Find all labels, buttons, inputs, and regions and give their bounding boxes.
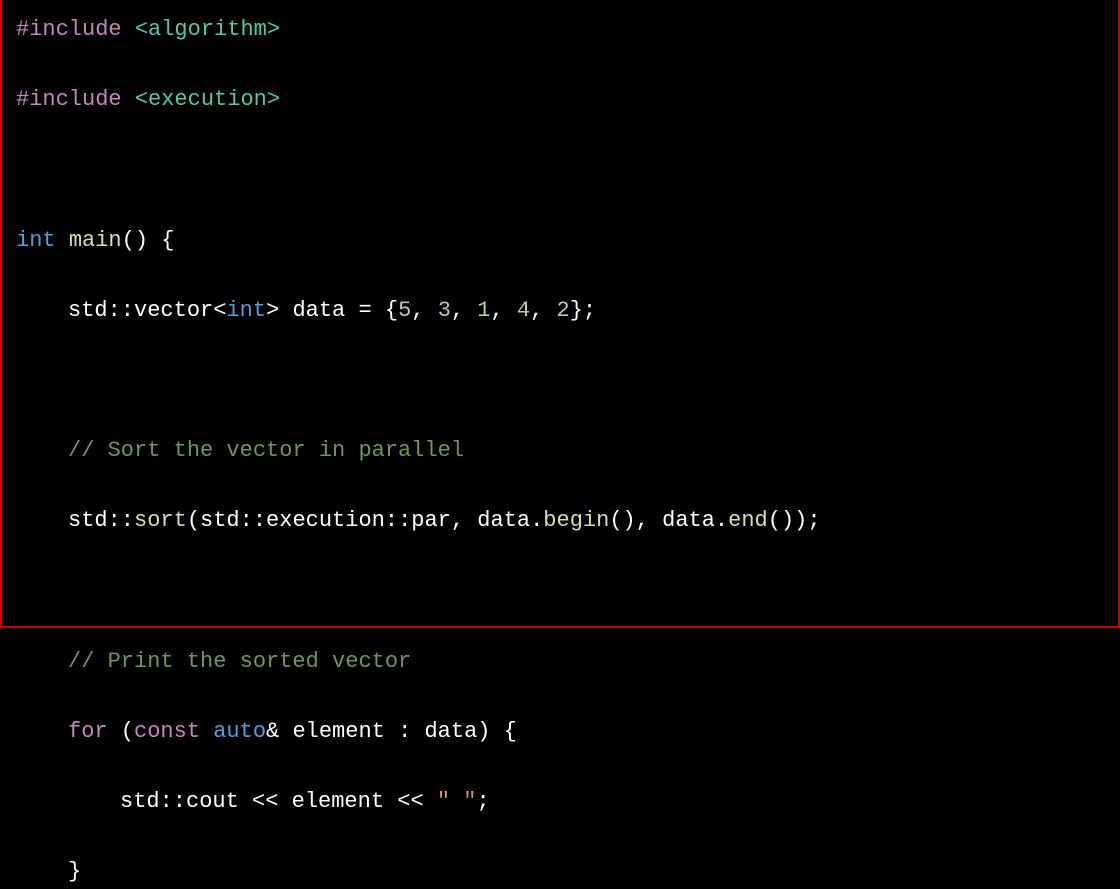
code-line-9 [16,574,1104,609]
text: & element : data) { [266,719,517,744]
number: 2 [557,298,570,323]
text: std::cout << element << [120,789,437,814]
code-line-4: int main() { [16,223,1104,258]
text [56,228,69,253]
comment: // Sort the vector in parallel [68,438,464,463]
function-name: begin [543,508,609,533]
code-line-8: std::sort(std::execution::par, data.begi… [16,503,1104,538]
text: , [530,298,556,323]
code-line-3 [16,152,1104,187]
text: > data = { [266,298,398,323]
string: " " [437,789,477,814]
code-line-6 [16,363,1104,398]
code-line-2: #include <execution> [16,82,1104,117]
code-line-5: std::vector<int> data = {5, 3, 1, 4, 2}; [16,293,1104,328]
preprocessor-directive: #include [16,17,135,42]
keyword: int [16,228,56,253]
code-line-10: // Print the sorted vector [16,644,1104,679]
keyword: auto [213,719,266,744]
text: std:: [68,508,134,533]
keyword: for [68,719,108,744]
keyword: int [226,298,266,323]
function-name: end [728,508,768,533]
header-name: <algorithm> [135,17,280,42]
text: ()); [768,508,821,533]
text [200,719,213,744]
code-line-7: // Sort the vector in parallel [16,433,1104,468]
text: ; [476,789,489,814]
number: 4 [517,298,530,323]
text: }; [570,298,596,323]
text: , [491,298,517,323]
header-name: <execution> [135,87,280,112]
text: () { [122,228,175,253]
text: , [411,298,437,323]
keyword: const [134,719,200,744]
text: (std::execution::par, data. [187,508,543,533]
number: 5 [398,298,411,323]
code-line-11: for (const auto& element : data) { [16,714,1104,749]
number: 3 [438,298,451,323]
comment: // Print the sorted vector [68,649,411,674]
code-block: #include <algorithm> #include <execution… [16,12,1104,889]
code-line-12: std::cout << element << " "; [16,784,1104,819]
preprocessor-directive: #include [16,87,135,112]
text: (), data. [609,508,728,533]
code-line-13: } [16,854,1104,889]
function-name: sort [134,508,187,533]
function-name: main [69,228,122,253]
text: std::vector< [68,298,226,323]
text: } [68,859,81,884]
text: , [451,298,477,323]
text: ( [108,719,134,744]
number: 1 [477,298,490,323]
code-line-1: #include <algorithm> [16,12,1104,47]
